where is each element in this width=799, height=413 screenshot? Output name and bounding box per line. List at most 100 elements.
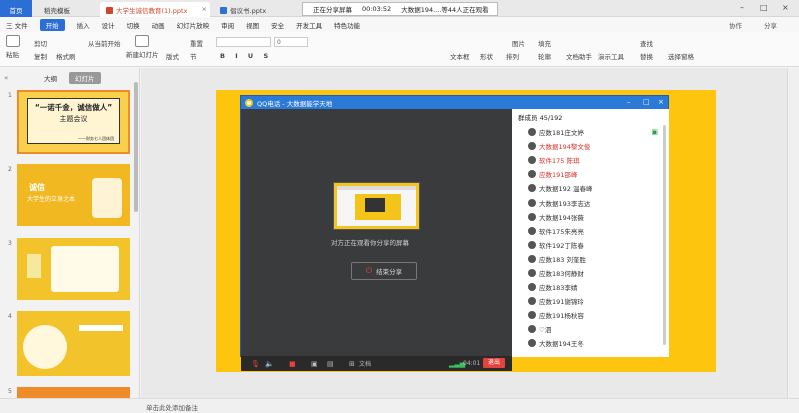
camera-off-icon[interactable]: ■ bbox=[289, 360, 296, 368]
menu-transition[interactable]: 切换 bbox=[127, 20, 140, 30]
menu-review[interactable]: 审阅 bbox=[221, 20, 234, 30]
find-button[interactable]: 查找 bbox=[640, 38, 653, 48]
menu-view[interactable]: 视图 bbox=[246, 20, 259, 30]
fill-button[interactable]: 填充 bbox=[538, 38, 551, 48]
member-item[interactable]: ♡泗 bbox=[528, 322, 658, 336]
select-pane-button[interactable]: 选择窗格 bbox=[668, 51, 694, 61]
collab-button[interactable]: 协作 bbox=[729, 20, 742, 30]
member-item[interactable]: 应数191谢锦玲 bbox=[528, 294, 658, 308]
member-item[interactable]: 大数据194黎文俊 bbox=[528, 139, 658, 153]
member-item[interactable]: 应数183李婧 bbox=[528, 280, 658, 294]
new-slide-button[interactable]: 新建幻灯片 bbox=[126, 35, 159, 59]
layout-button[interactable]: 版式 bbox=[166, 51, 179, 61]
share-viewers: 大数据194....等44人正在观看 bbox=[401, 6, 489, 14]
new-slide-label: 新建幻灯片 bbox=[126, 51, 159, 59]
member-item[interactable]: 应数183何静财 bbox=[528, 266, 658, 280]
menu-insert[interactable]: 插入 bbox=[77, 20, 90, 30]
new-slide-icon bbox=[135, 35, 150, 47]
call-controls: 🎙 🔈 ■ ▣ ▤ ⊞ 文档 ▂▃▅ 04:01 bbox=[241, 356, 512, 371]
tab-slides[interactable]: 幻灯片 bbox=[69, 72, 101, 84]
member-item[interactable]: 应数183 刘奎胜 bbox=[528, 252, 658, 266]
shape-button[interactable]: 形状 bbox=[480, 51, 493, 61]
slide-number: 2 bbox=[8, 166, 12, 173]
share-button[interactable]: 分享 bbox=[764, 20, 777, 30]
right-sidebar bbox=[787, 68, 799, 398]
end-share-button[interactable]: ⏻ 结束分享 bbox=[351, 262, 417, 280]
doc-assistant-button[interactable]: 文档助手 bbox=[566, 51, 592, 61]
arrange-button[interactable]: 排列 bbox=[506, 51, 519, 61]
screen-share-bar[interactable]: 正在分享屏幕 00:03:52 大数据194....等44人正在观看 bbox=[302, 2, 498, 16]
slide-thumbnail-2[interactable]: 诚信 大学生的立身之本 bbox=[17, 164, 130, 226]
slide-subtitle: 大学生的立身之本 bbox=[27, 196, 76, 203]
menu-slideshow[interactable]: 幻灯片放映 bbox=[177, 20, 210, 30]
screen-share-icon[interactable]: ▣ bbox=[311, 360, 318, 368]
close-icon[interactable]: × bbox=[658, 98, 664, 106]
font-family-select[interactable] bbox=[216, 37, 271, 47]
presentation-tools-button[interactable]: 演示工具 bbox=[598, 51, 624, 61]
speaker-muted-icon[interactable]: 🔈 bbox=[265, 360, 274, 368]
textbox-button[interactable]: 文本框 bbox=[450, 51, 470, 61]
paste-icon bbox=[6, 35, 20, 47]
close-icon[interactable]: × bbox=[202, 5, 207, 13]
slide-thumbnail-4[interactable] bbox=[17, 311, 130, 376]
menu-start[interactable]: 开始 bbox=[39, 18, 65, 31]
section-button[interactable]: 节 bbox=[190, 51, 197, 61]
exit-call-button[interactable]: 退出 bbox=[483, 358, 505, 368]
doc-icon[interactable]: ⊞ bbox=[349, 360, 355, 368]
member-item[interactable]: 应数191杨秋容 bbox=[528, 308, 658, 322]
reset-button[interactable]: 重置 bbox=[190, 38, 203, 48]
preview-call-window bbox=[365, 198, 385, 212]
panel-scrollbar[interactable] bbox=[134, 82, 138, 212]
qq-title-bar[interactable]: QQ电话 - 大数据能学天地 – □ × bbox=[241, 96, 668, 109]
close-window-icon[interactable]: × bbox=[782, 3, 789, 12]
slide-thumbnail-1[interactable]: “一诺千金，诚信做人” 主题会议 ——财务七人团体团 bbox=[17, 90, 130, 154]
text-format-buttons[interactable]: B I U S bbox=[220, 52, 272, 60]
presentation-icon[interactable]: ▤ bbox=[327, 360, 334, 368]
member-item[interactable]: 应数191邵峰 bbox=[528, 167, 658, 181]
picture-button[interactable]: 图片 bbox=[512, 38, 525, 48]
member-name: 应数181庄文婷 bbox=[539, 129, 584, 138]
tab-home[interactable]: 首页 bbox=[0, 0, 32, 17]
member-item[interactable]: 软件175 陈琪 bbox=[528, 153, 658, 167]
slide-thumbnail-5[interactable] bbox=[17, 387, 130, 398]
outline-button[interactable]: 轮廓 bbox=[538, 51, 551, 61]
member-name: 应数183李婧 bbox=[539, 284, 578, 293]
menu-features[interactable]: 特色功能 bbox=[334, 20, 360, 30]
tab-outline[interactable]: 大纲 bbox=[40, 72, 61, 84]
replace-button[interactable]: 替换 bbox=[640, 51, 653, 61]
share-status: 正在分享屏幕 bbox=[313, 6, 352, 14]
member-item[interactable]: 大数据193李志达 bbox=[528, 195, 658, 209]
minimize-icon[interactable]: – bbox=[740, 3, 744, 12]
member-item[interactable]: 应数181庄文婷 ▣ bbox=[528, 125, 658, 139]
minimize-icon[interactable]: – bbox=[627, 98, 631, 106]
cut-button[interactable]: 剪切 bbox=[34, 38, 47, 48]
tab-docer-templates[interactable]: 稻壳模板 bbox=[38, 2, 96, 17]
copy-button[interactable]: 复制 bbox=[34, 51, 47, 61]
menu-security[interactable]: 安全 bbox=[271, 20, 284, 30]
slide-thumbnail-3[interactable] bbox=[17, 238, 130, 300]
paste-button[interactable]: 粘贴 bbox=[6, 35, 20, 59]
collapse-panel-icon[interactable]: « bbox=[4, 74, 8, 82]
menu-file[interactable]: 三 文件 bbox=[6, 20, 28, 30]
tab-letter[interactable]: 倡议书.pptx bbox=[214, 2, 280, 17]
maximize-icon[interactable]: □ bbox=[760, 3, 768, 12]
member-item[interactable]: 软件192丁陈春 bbox=[528, 238, 658, 252]
member-item[interactable]: 大数据194张薇 bbox=[528, 210, 658, 224]
slide-number: 4 bbox=[8, 313, 12, 320]
member-item[interactable]: 大数据194王冬 bbox=[528, 336, 658, 350]
member-item[interactable]: 大数据192 温春峰 bbox=[528, 181, 658, 195]
member-scrollbar[interactable] bbox=[663, 125, 666, 345]
play-from-current-button[interactable]: 从当前开始 bbox=[88, 38, 121, 48]
font-size-select[interactable]: 0 bbox=[274, 37, 308, 47]
member-item[interactable]: 软件175朱亮亮 bbox=[528, 224, 658, 238]
format-painter-button[interactable]: 格式刷 bbox=[56, 51, 76, 61]
tab-presentation[interactable]: 大学生诚信教育(1).pptx × bbox=[100, 2, 210, 17]
mic-muted-icon[interactable]: 🎙 bbox=[251, 360, 260, 368]
avatar bbox=[528, 184, 536, 193]
menu-animation[interactable]: 动画 bbox=[152, 20, 165, 30]
notes-bar[interactable]: 单击此处添加备注 bbox=[0, 398, 799, 413]
menu-design[interactable]: 设计 bbox=[102, 20, 115, 30]
menu-devtools[interactable]: 开发工具 bbox=[296, 20, 322, 30]
maximize-icon[interactable]: □ bbox=[643, 98, 650, 106]
slide-author: ——财务七人团体团 bbox=[78, 136, 114, 141]
